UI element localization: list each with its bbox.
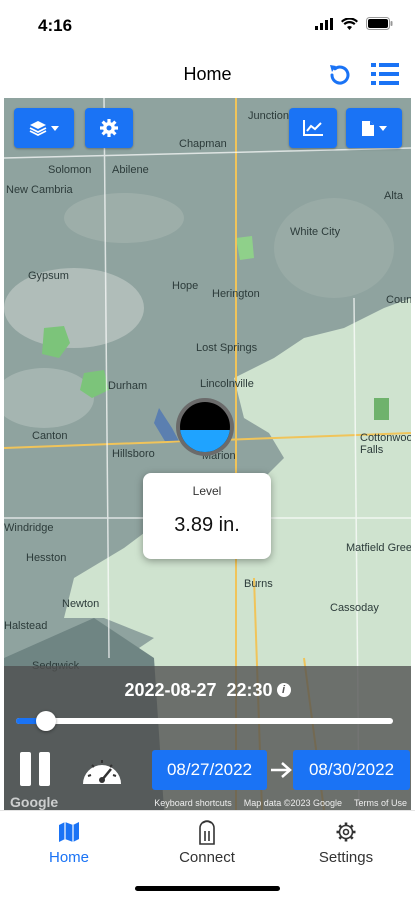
- tab-home-label: Home: [48, 849, 89, 866]
- pause-button[interactable]: [18, 752, 52, 786]
- map-place-label: White City: [290, 226, 341, 238]
- layers-button[interactable]: [14, 108, 74, 148]
- tab-connect-label: Connect: [179, 849, 235, 866]
- map-place-label: Hesston: [26, 552, 67, 564]
- map-place-label: Junction: [248, 110, 289, 122]
- playback-speed-button[interactable]: [80, 750, 124, 788]
- attribution-links: Keyboard shortcuts Map data ©2023 Google…: [154, 798, 407, 808]
- level-gauge: [180, 402, 230, 452]
- map-place-label: Lost Springs: [196, 342, 258, 354]
- map-place-label: Windridge: [4, 522, 54, 534]
- map-attribution: Google Keyboard shortcuts Map data ©2023…: [4, 794, 411, 810]
- map-place-label: Newton: [62, 598, 100, 610]
- map-place-label: Hillsboro: [112, 448, 155, 460]
- google-logo: Google: [10, 794, 59, 810]
- timeline-slider-thumb[interactable]: [36, 711, 57, 731]
- level-label: Level: [192, 484, 222, 498]
- end-date-button[interactable]: 08/30/2022: [293, 750, 410, 790]
- document-button[interactable]: [346, 108, 402, 148]
- level-gauge-marker[interactable]: [176, 398, 234, 456]
- map-place-label: Halstead: [4, 620, 48, 632]
- level-gauge-fill: [180, 429, 230, 452]
- device-icon: [152, 819, 262, 845]
- pause-icon: [20, 752, 31, 786]
- terms-link[interactable]: Terms of Use: [354, 798, 407, 808]
- wifi-icon: [341, 17, 358, 35]
- map-place-label: Lincolnville: [200, 378, 254, 390]
- timeline-panel: 2022-08-27 22:30 i 08/27/2022 08/30/2022 …: [4, 666, 411, 810]
- map-place-label: Solomon: [48, 164, 92, 176]
- battery-icon: [366, 17, 393, 35]
- signal-icon: [315, 17, 333, 35]
- timeline-slider[interactable]: [16, 711, 393, 731]
- list-icon: [371, 63, 399, 85]
- tab-home[interactable]: Home: [14, 819, 124, 866]
- timeline-datetime-row: 2022-08-27 22:30 i: [4, 680, 411, 701]
- info-icon[interactable]: i: [276, 683, 291, 697]
- gear-icon: [291, 819, 401, 845]
- home-indicator: [135, 886, 280, 891]
- map-place-label: Coun: [386, 294, 411, 306]
- status-bar: 4:16: [0, 0, 415, 50]
- arrow-right-icon: [271, 762, 292, 778]
- status-icons: [315, 17, 393, 35]
- list-button[interactable]: [371, 62, 399, 88]
- map-place-label: Hope: [172, 280, 199, 292]
- map-place-label: Herington: [212, 288, 260, 300]
- chart-icon: [303, 120, 323, 136]
- tab-settings[interactable]: Settings: [291, 819, 401, 866]
- map-place-label: Gypsum: [28, 270, 69, 282]
- map-icon: [14, 819, 124, 845]
- settings-button[interactable]: [85, 108, 133, 148]
- timeline-datetime: 2022-08-27 22:30: [124, 680, 273, 700]
- level-value: 3.89 in.: [174, 514, 240, 536]
- layers-icon: [29, 121, 47, 136]
- gear-icon: [100, 119, 118, 137]
- document-icon: [362, 120, 374, 136]
- chart-button[interactable]: [289, 108, 337, 148]
- pause-icon-bar: [39, 752, 50, 786]
- level-callout[interactable]: Level 3.89 in.: [143, 473, 271, 559]
- map-place-label: Chapman: [179, 138, 227, 150]
- map-place-label: Cottonwood Falls: [360, 432, 411, 456]
- map-place-label: Canton: [32, 430, 68, 442]
- map-place-label: New Cambria: [6, 184, 73, 196]
- refresh-icon: [330, 65, 350, 85]
- tab-settings-label: Settings: [318, 849, 374, 866]
- map-place-label: Durham: [108, 380, 148, 392]
- speedometer-icon: [83, 760, 121, 784]
- map-place-label: Abilene: [112, 164, 149, 176]
- chevron-down-icon: [379, 125, 387, 131]
- map-place-label: Cassoday: [330, 602, 379, 614]
- map-data-label: Map data ©2023 Google: [243, 798, 342, 808]
- map-place-label: Alta: [384, 190, 403, 202]
- map-view[interactable]: Junction Chapman Solomon Abilene New Cam…: [4, 98, 411, 810]
- refresh-button[interactable]: [327, 62, 353, 88]
- map-place-label: Matfield Gree: [346, 542, 411, 554]
- tab-connect[interactable]: Connect: [152, 819, 262, 866]
- nav-bar: Home: [0, 50, 415, 98]
- chevron-down-icon: [51, 125, 59, 131]
- map-place-label: Burns: [244, 578, 273, 590]
- keyboard-shortcuts-link[interactable]: Keyboard shortcuts: [154, 798, 232, 808]
- status-time: 4:16: [38, 16, 73, 35]
- start-date-button[interactable]: 08/27/2022: [152, 750, 267, 790]
